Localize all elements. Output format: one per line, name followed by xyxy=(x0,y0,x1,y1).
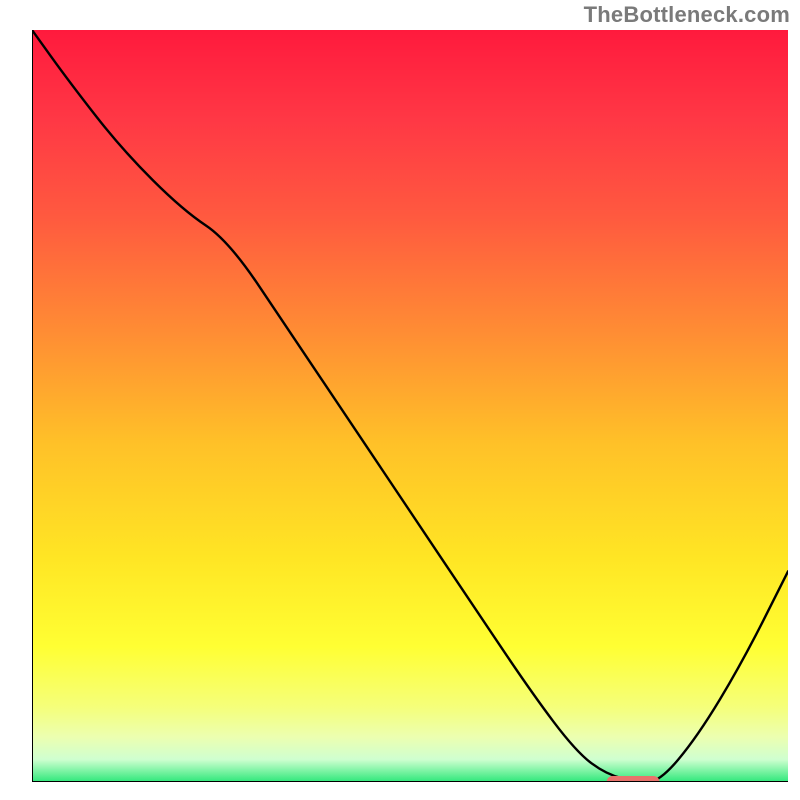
chart-svg xyxy=(32,30,788,782)
plot-area xyxy=(32,30,788,782)
watermark-label: TheBottleneck.com xyxy=(584,2,790,28)
gradient-background xyxy=(32,30,788,782)
bottleneck-chart: TheBottleneck.com xyxy=(0,0,800,800)
